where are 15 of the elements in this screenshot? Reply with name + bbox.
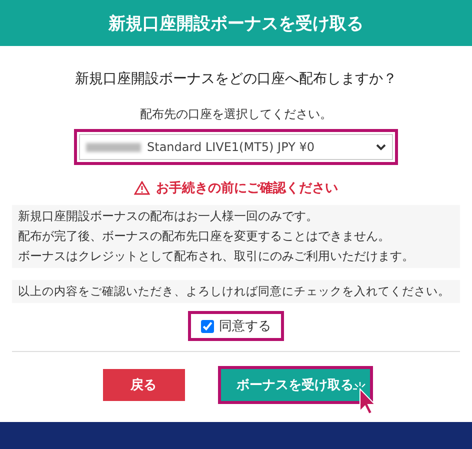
- blurred-text-icon: [86, 142, 141, 152]
- note-text: 新規口座開設ボーナスの配布はお一人様一回のみです。: [18, 208, 319, 225]
- warning-text: お手続きの前にご確認ください: [156, 180, 338, 197]
- note-text: 配布が完了後、ボーナスの配布先口座を変更することはできません。: [18, 228, 391, 245]
- confirm-text: 以上の内容をご確認いただき、よろしければ同意にチェックを入れてください。: [12, 280, 460, 303]
- note-text: ボーナスはクレジットとして配布され、取引にのみご利用いただけます。: [18, 248, 415, 265]
- account-select[interactable]: Standard LIVE1(MT5) JPY ¥0: [79, 134, 393, 160]
- agree-checkbox[interactable]: 同意する: [188, 311, 284, 341]
- chevron-down-icon: [376, 144, 386, 150]
- checkbox[interactable]: [201, 320, 214, 332]
- select-label: 配布先の口座を選択してください。: [140, 106, 332, 123]
- warning-icon: [134, 181, 150, 195]
- question-text: 新規口座開設ボーナスをどの口座へ配布しますか？: [75, 70, 397, 88]
- dialog-title: 新規口座開設ボーナスを受け取る: [0, 0, 472, 46]
- agree-label: 同意する: [219, 318, 271, 335]
